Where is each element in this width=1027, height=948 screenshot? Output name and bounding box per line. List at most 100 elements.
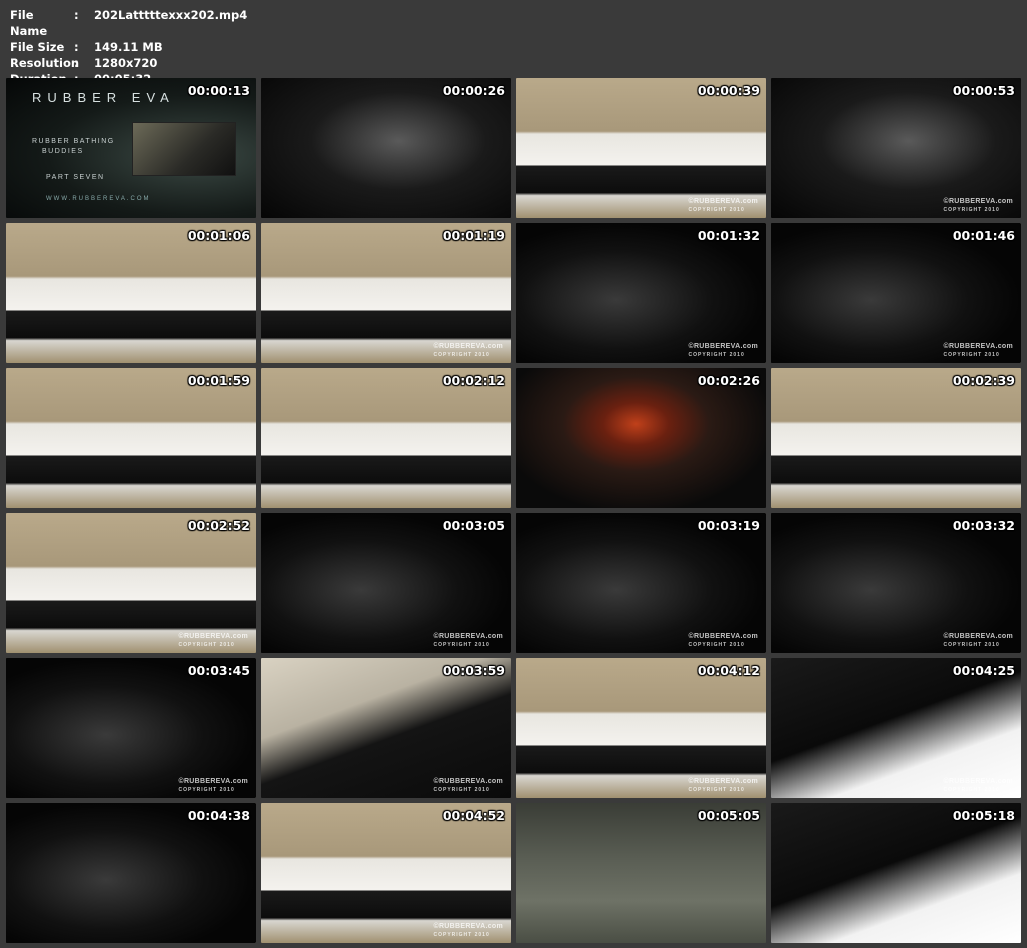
timestamp: 00:05:05	[697, 808, 760, 823]
watermark-brand: ©RUBBEREVA.com	[433, 778, 503, 785]
title-card-inset-image	[132, 122, 236, 176]
thumbnail: ©RUBBEREVA.com COPYRIGHT 2010 00:03:32	[771, 513, 1021, 653]
watermark-logo: ©RUBBEREVA.com COPYRIGHT 2010	[178, 633, 248, 649]
video-frame	[6, 803, 256, 943]
file-size-value: 149.11 MB	[94, 40, 163, 54]
thumbnail: ©RUBBEREVA.com COPYRIGHT 2010 00:04:25	[771, 658, 1021, 798]
timestamp: 00:03:45	[187, 663, 250, 678]
video-frame	[261, 513, 511, 653]
thumbnail: ©RUBBEREVA.com COPYRIGHT 2010 00:00:39	[516, 78, 766, 218]
thumbnail: 00:02:12	[261, 368, 511, 508]
video-frame	[771, 658, 1021, 798]
timestamp: 00:05:18	[952, 808, 1015, 823]
timestamp: 00:04:52	[442, 808, 505, 823]
watermark-logo: ©RUBBEREVA.com COPYRIGHT 2010	[178, 778, 248, 794]
thumbnail: 00:00:26	[261, 78, 511, 218]
timestamp: 00:02:26	[697, 373, 760, 388]
file-size-row: File Size : 149.11 MB	[10, 39, 247, 55]
watermark-brand: ©RUBBEREVA.com	[433, 343, 503, 350]
video-frame	[261, 223, 511, 363]
timestamp: 00:03:05	[442, 518, 505, 533]
timestamp: 00:03:59	[442, 663, 505, 678]
timestamp: 00:04:38	[187, 808, 250, 823]
separator: :	[74, 40, 79, 54]
watermark-copyright: COPYRIGHT 2010	[178, 787, 235, 793]
video-frame	[771, 368, 1021, 508]
watermark-logo: ©RUBBEREVA.com COPYRIGHT 2010	[943, 198, 1013, 214]
watermark-copyright: COPYRIGHT 2010	[688, 787, 745, 793]
watermark-brand: ©RUBBEREVA.com	[688, 633, 758, 640]
timestamp: 00:03:19	[697, 518, 760, 533]
thumbnail: 00:04:38	[6, 803, 256, 943]
watermark-copyright: COPYRIGHT 2010	[433, 787, 490, 793]
video-frame	[516, 803, 766, 943]
timestamp: 00:00:26	[442, 83, 505, 98]
watermark-copyright: COPYRIGHT 2010	[943, 207, 1000, 213]
watermark-brand: ©RUBBEREVA.com	[178, 633, 248, 640]
watermark-logo: ©RUBBEREVA.com COPYRIGHT 2010	[943, 343, 1013, 359]
video-frame	[6, 223, 256, 363]
thumbnail: ©RUBBEREVA.com COPYRIGHT 2010 00:03:19	[516, 513, 766, 653]
thumbnail: 00:05:18	[771, 803, 1021, 943]
watermark-logo: ©RUBBEREVA.com COPYRIGHT 2010	[688, 343, 758, 359]
watermark-logo: ©RUBBEREVA.com COPYRIGHT 2010	[688, 198, 758, 214]
timestamp: 00:01:19	[442, 228, 505, 243]
watermark-brand: ©RUBBEREVA.com	[433, 633, 503, 640]
thumbnail: 00:02:26	[516, 368, 766, 508]
watermark-logo: ©RUBBEREVA.com COPYRIGHT 2010	[688, 778, 758, 794]
resolution-value: 1280x720	[94, 56, 158, 70]
video-frame	[6, 368, 256, 508]
watermark-copyright: COPYRIGHT 2010	[943, 352, 1000, 358]
watermark-brand: ©RUBBEREVA.com	[943, 633, 1013, 640]
video-frame	[261, 658, 511, 798]
watermark-brand: ©RUBBEREVA.com	[943, 778, 1013, 785]
video-frame	[261, 368, 511, 508]
watermark-logo: ©RUBBEREVA.com COPYRIGHT 2010	[433, 343, 503, 359]
file-size-label: File Size	[10, 40, 65, 54]
resolution-row: Resolution : 1280x720	[10, 55, 247, 71]
separator: :	[74, 56, 79, 70]
title-card-subtitle-line1: RUBBER BATHING	[32, 138, 115, 145]
watermark-copyright: COPYRIGHT 2010	[688, 642, 745, 648]
watermark-copyright: COPYRIGHT 2010	[688, 352, 745, 358]
video-frame	[6, 658, 256, 798]
thumbnail: 00:02:39	[771, 368, 1021, 508]
thumbnail: ©RUBBEREVA.com COPYRIGHT 2010 00:03:45	[6, 658, 256, 798]
thumbnail: RUBBER EVA RUBBER BATHING BUDDIES PART SEVE…	[6, 78, 256, 218]
title-card-url: WWW.RUBBEREVA.COM	[46, 196, 151, 202]
watermark-brand: ©RUBBEREVA.com	[943, 198, 1013, 205]
video-frame	[516, 368, 766, 508]
resolution-label: Resolution	[10, 56, 80, 70]
watermark-copyright: COPYRIGHT 2010	[433, 642, 490, 648]
thumbnail: ©RUBBEREVA.com COPYRIGHT 2010 00:03:59	[261, 658, 511, 798]
video-frame	[771, 223, 1021, 363]
watermark-brand: ©RUBBEREVA.com	[688, 343, 758, 350]
video-frame	[6, 513, 256, 653]
timestamp: 00:02:12	[442, 373, 505, 388]
watermark-logo: ©RUBBEREVA.com COPYRIGHT 2010	[433, 778, 503, 794]
video-frame	[516, 658, 766, 798]
video-frame	[771, 78, 1021, 218]
watermark-logo: ©RUBBEREVA.com COPYRIGHT 2010	[943, 633, 1013, 649]
watermark-logo: ©RUBBEREVA.com COPYRIGHT 2010	[688, 633, 758, 649]
timestamp: 00:02:39	[952, 373, 1015, 388]
thumbnail: ©RUBBEREVA.com COPYRIGHT 2010 00:01:32	[516, 223, 766, 363]
timestamp: 00:01:46	[952, 228, 1015, 243]
file-info-panel: File Name : 202Latttttexxx202.mp4 File S…	[10, 7, 247, 87]
file-name-row: File Name : 202Latttttexxx202.mp4	[10, 7, 247, 39]
timestamp: 00:01:06	[187, 228, 250, 243]
thumbnail: ©RUBBEREVA.com COPYRIGHT 2010 00:04:12	[516, 658, 766, 798]
watermark-copyright: COPYRIGHT 2010	[943, 642, 1000, 648]
timestamp: 00:02:52	[187, 518, 250, 533]
video-frame	[771, 803, 1021, 943]
timestamp: 00:00:13	[187, 83, 250, 98]
watermark-logo: ©RUBBEREVA.com COPYRIGHT 2010	[433, 923, 503, 939]
title-card-subtitle-line2: BUDDIES	[42, 148, 84, 155]
timestamp: 00:03:32	[952, 518, 1015, 533]
timestamp: 00:04:12	[697, 663, 760, 678]
timestamp: 00:00:53	[952, 83, 1015, 98]
thumbnail: ©RUBBEREVA.com COPYRIGHT 2010 00:01:19	[261, 223, 511, 363]
watermark-copyright: COPYRIGHT 2010	[433, 932, 490, 938]
watermark-copyright: COPYRIGHT 2010	[943, 787, 1000, 793]
thumbnail-grid: RUBBER EVA RUBBER BATHING BUDDIES PART SEVE…	[6, 78, 1021, 943]
